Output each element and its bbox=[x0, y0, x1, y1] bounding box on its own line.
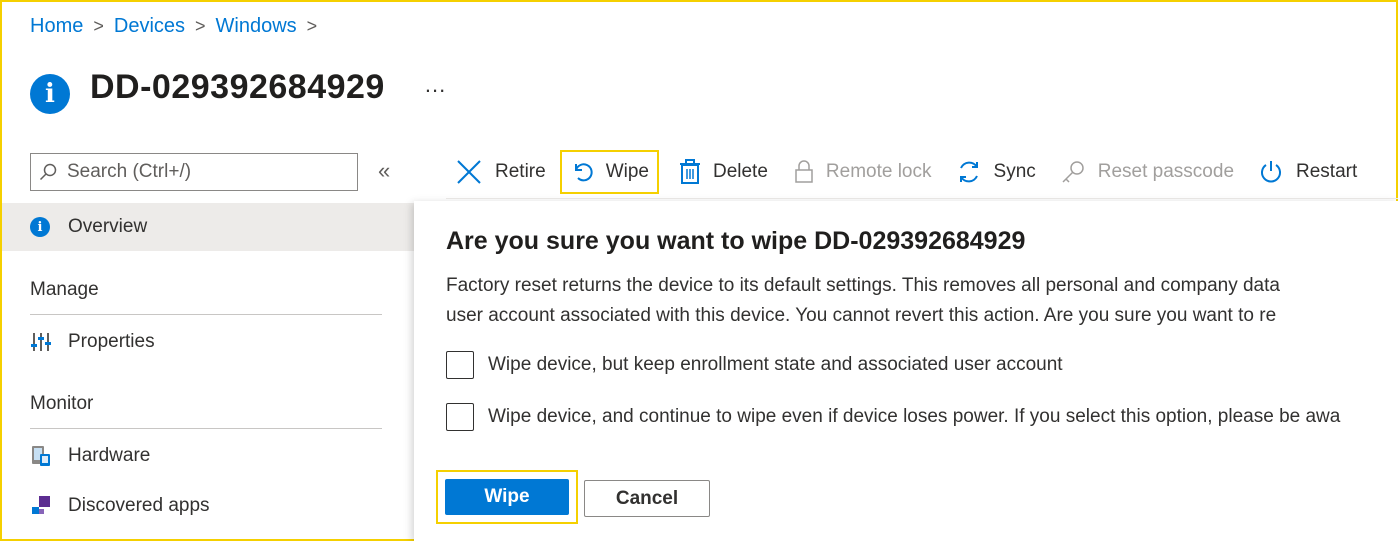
lock-icon bbox=[795, 160, 813, 183]
section-heading-manage: Manage bbox=[30, 279, 99, 300]
retire-button[interactable]: Retire bbox=[447, 150, 554, 194]
breadcrumb-separator: > bbox=[306, 16, 318, 36]
sync-icon bbox=[959, 161, 978, 183]
option-label: Wipe device, and continue to wipe even i… bbox=[488, 406, 1341, 427]
retire-label: Retire bbox=[495, 161, 546, 182]
restart-label: Restart bbox=[1296, 161, 1358, 182]
info-icon: i bbox=[30, 74, 70, 114]
wipe-confirmation-dialog: Are you sure you want to wipe DD-0293926… bbox=[414, 201, 1398, 541]
more-options-button[interactable]: ... bbox=[425, 72, 446, 98]
command-bar: Retire Wipe Delete Remote lock Sync Rese… bbox=[447, 148, 1365, 196]
page-header: i DD-029392684929 ... bbox=[30, 60, 446, 114]
info-icon: i bbox=[30, 217, 50, 237]
power-icon bbox=[1261, 161, 1281, 183]
delete-label: Delete bbox=[712, 161, 768, 182]
sidebar-item-discovered-apps[interactable]: Discovered apps bbox=[30, 495, 210, 517]
confirm-wipe-button[interactable]: Wipe bbox=[445, 479, 569, 515]
breadcrumb-windows[interactable]: Windows bbox=[216, 15, 297, 38]
divider bbox=[446, 198, 1398, 199]
breadcrumb-home[interactable]: Home bbox=[30, 15, 83, 38]
sidebar-item-label: Hardware bbox=[68, 445, 151, 466]
dialog-description: Factory reset returns the device to its … bbox=[446, 271, 1280, 331]
sidebar-item-label: Properties bbox=[68, 331, 155, 352]
undo-icon bbox=[574, 163, 593, 182]
confirm-highlight: Wipe bbox=[436, 470, 578, 524]
trash-icon bbox=[679, 159, 700, 184]
continue-wipe-checkbox[interactable] bbox=[446, 403, 474, 431]
cancel-button[interactable]: Cancel bbox=[584, 480, 710, 517]
sync-label: Sync bbox=[993, 161, 1036, 182]
option-keep-enrollment[interactable]: Wipe device, but keep enrollment state a… bbox=[446, 351, 1063, 379]
wipe-label: Wipe bbox=[605, 161, 649, 182]
collapse-sidebar-button[interactable]: « bbox=[378, 158, 390, 184]
restart-button[interactable]: Restart bbox=[1250, 150, 1365, 194]
sidebar-item-label: Overview bbox=[68, 216, 148, 237]
close-icon bbox=[457, 160, 481, 184]
breadcrumb-separator: > bbox=[93, 16, 104, 36]
breadcrumb-devices[interactable]: Devices bbox=[114, 15, 185, 38]
dialog-title: Are you sure you want to wipe DD-0293926… bbox=[446, 227, 1026, 255]
remote-lock-label: Remote lock bbox=[825, 161, 932, 182]
remote-lock-button[interactable]: Remote lock bbox=[786, 150, 940, 194]
properties-icon bbox=[30, 331, 52, 353]
reset-passcode-label: Reset passcode bbox=[1097, 161, 1235, 182]
divider bbox=[30, 428, 382, 429]
hardware-icon bbox=[30, 445, 52, 467]
breadcrumb: Home > Devices > Windows > bbox=[30, 15, 327, 38]
sync-button[interactable]: Sync bbox=[948, 150, 1044, 194]
dialog-description-line: Factory reset returns the device to its … bbox=[446, 275, 1280, 296]
keep-enrollment-checkbox[interactable] bbox=[446, 351, 474, 379]
sidebar-item-label: Discovered apps bbox=[68, 495, 210, 516]
delete-button[interactable]: Delete bbox=[671, 150, 776, 194]
wipe-button[interactable]: Wipe bbox=[559, 150, 659, 194]
apps-icon bbox=[30, 495, 52, 517]
sidebar-item-overview[interactable]: i Overview bbox=[2, 203, 414, 251]
option-label: Wipe device, but keep enrollment state a… bbox=[488, 354, 1063, 375]
key-icon bbox=[1062, 161, 1084, 183]
sidebar-item-hardware[interactable]: Hardware bbox=[30, 445, 150, 467]
search-input[interactable]: Search (Ctrl+/) bbox=[30, 153, 358, 191]
reset-passcode-button[interactable]: Reset passcode bbox=[1052, 150, 1242, 194]
section-heading-monitor: Monitor bbox=[30, 393, 94, 414]
search-icon bbox=[39, 163, 57, 181]
dialog-description-line: user account associated with this device… bbox=[446, 305, 1277, 326]
breadcrumb-separator: > bbox=[195, 16, 206, 36]
search-placeholder: Search (Ctrl+/) bbox=[67, 161, 192, 182]
sidebar-item-properties[interactable]: Properties bbox=[30, 331, 155, 353]
page-title: DD-029392684929 bbox=[90, 67, 385, 106]
divider bbox=[30, 314, 382, 315]
option-continue-wipe[interactable]: Wipe device, and continue to wipe even i… bbox=[446, 403, 1340, 431]
